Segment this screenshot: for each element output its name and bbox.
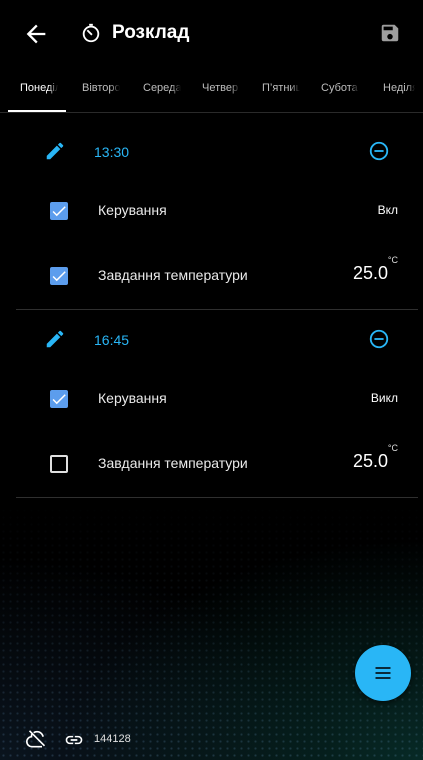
tab-saturday[interactable]: Субота: [321, 82, 359, 94]
control-state[interactable]: Вкл: [378, 203, 398, 217]
tabs-divider: [0, 112, 423, 113]
schedule-divider: [16, 497, 418, 498]
schedule-entry: 13:30 Керування Вкл Завдання температури…: [16, 122, 418, 310]
schedule-time[interactable]: 13:30: [94, 144, 129, 160]
temperature-label: Завдання температури: [98, 267, 248, 283]
remove-circle-icon[interactable]: [368, 140, 390, 162]
edit-pencil-icon[interactable]: [44, 328, 66, 350]
timer-icon: [80, 22, 102, 44]
temperature-row: Завдання температури 25.0 °C: [16, 255, 418, 291]
tab-friday[interactable]: П’ятниця: [262, 82, 300, 94]
control-row: Керування Вкл: [16, 196, 418, 226]
control-state[interactable]: Викл: [371, 391, 398, 405]
temperature-value[interactable]: 25.0: [353, 263, 388, 284]
link-icon: [62, 730, 86, 755]
control-label: Керування: [98, 390, 167, 406]
temperature-unit: °C: [387, 443, 398, 453]
tab-thursday[interactable]: Четвер: [202, 82, 240, 94]
app-bar: Розклад: [0, 0, 423, 66]
tab-sunday[interactable]: Неділя: [383, 82, 415, 94]
schedule-time[interactable]: 16:45: [94, 332, 129, 348]
remove-circle-icon[interactable]: [368, 328, 390, 350]
background-pattern: [0, 500, 423, 760]
day-tabs: Понеділок Вівторок Середа Четвер П’ятниц…: [0, 74, 423, 114]
schedule-entry: 16:45 Керування Викл Завдання температур…: [16, 310, 418, 498]
page-title: Розклад: [112, 22, 190, 43]
temperature-checkbox[interactable]: [50, 267, 68, 285]
tab-wednesday[interactable]: Середа: [143, 82, 181, 94]
temperature-value[interactable]: 25.0: [353, 451, 388, 472]
status-bar: 144128: [24, 728, 224, 752]
temperature-row: Завдання температури 25.0 °C: [16, 443, 418, 479]
tab-monday[interactable]: Понеділок: [20, 82, 58, 94]
back-arrow-icon[interactable]: [22, 20, 50, 48]
control-row: Керування Викл: [16, 384, 418, 414]
device-id: 144128: [94, 733, 131, 745]
save-icon[interactable]: [379, 21, 401, 45]
control-label: Керування: [98, 202, 167, 218]
control-checkbox[interactable]: [50, 202, 68, 220]
temperature-unit: °C: [387, 255, 398, 265]
control-checkbox[interactable]: [50, 390, 68, 408]
edit-pencil-icon[interactable]: [44, 140, 66, 162]
tab-tuesday[interactable]: Вівторок: [82, 82, 120, 94]
temperature-label: Завдання температури: [98, 455, 248, 471]
menu-icon: [375, 667, 391, 679]
temperature-checkbox[interactable]: [50, 455, 68, 473]
menu-fab-button[interactable]: [355, 645, 411, 701]
cloud-off-icon: [24, 730, 50, 755]
